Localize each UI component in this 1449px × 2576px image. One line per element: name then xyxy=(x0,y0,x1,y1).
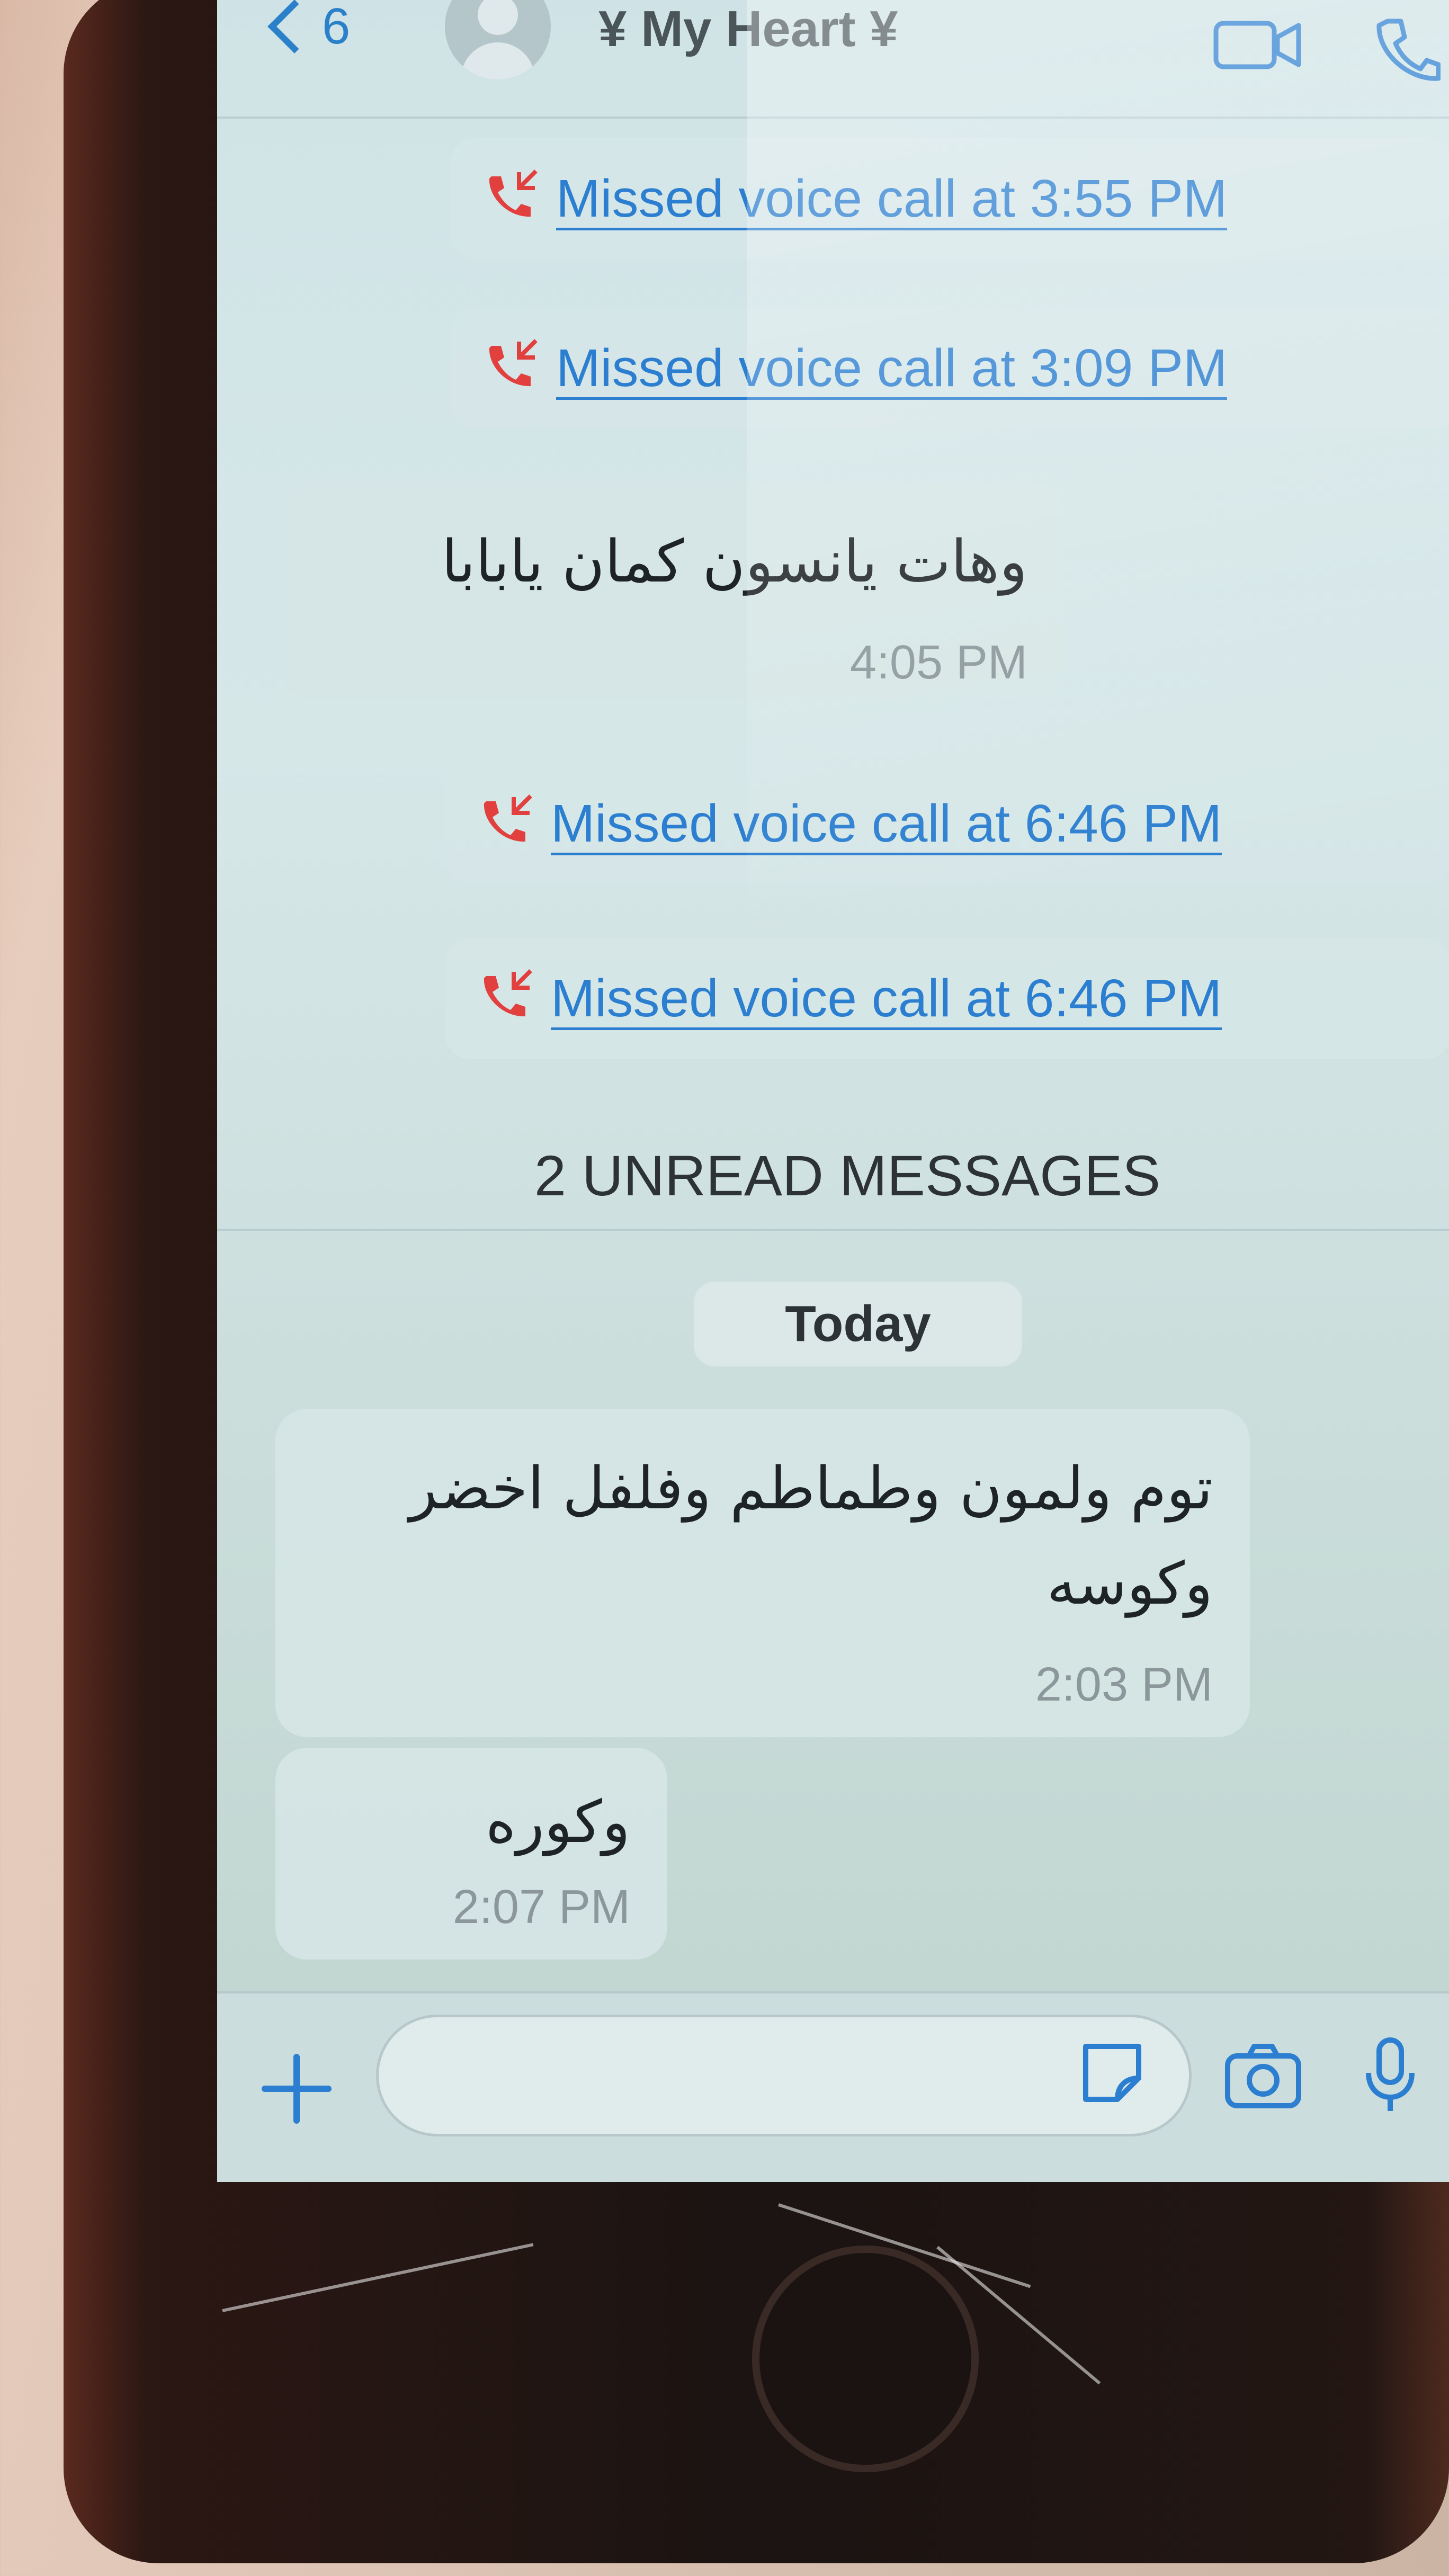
incoming-message[interactable]: توم ولمون وطماطم وفلفل اخضر وكوسه 2:03 P… xyxy=(275,1409,1250,1737)
back-unread-count: 6 xyxy=(322,0,351,55)
incoming-message[interactable]: وكوره 2:07 PM xyxy=(275,1748,667,1960)
message-input-bar xyxy=(217,1991,1449,2182)
message-text: وهات يانسون كمان يابابا xyxy=(441,527,1027,595)
missed-call-icon xyxy=(482,167,540,228)
chat-header: 6 ¥ My Heart ¥ xyxy=(217,0,1449,119)
phone-body: 6 ¥ My Heart ¥ Missed voice call at 3:55… xyxy=(64,0,1449,2563)
missed-call-label: Missed voice call at 3:55 PM xyxy=(556,169,1228,230)
video-call-icon[interactable] xyxy=(1213,16,1303,77)
voice-call-icon[interactable] xyxy=(1372,16,1441,87)
unread-messages-banner: 2 UNREAD MESSAGES xyxy=(217,1123,1449,1231)
missed-call-label: Missed voice call at 3:09 PM xyxy=(556,339,1228,400)
message-time: 4:05 PM xyxy=(849,636,1027,689)
message-text-line: وكوسه xyxy=(1046,1550,1213,1617)
message-input[interactable] xyxy=(376,2015,1192,2136)
chat-screen: 6 ¥ My Heart ¥ Missed voice call at 3:55… xyxy=(217,0,1449,2182)
home-button[interactable] xyxy=(752,2246,979,2472)
message-text-line: توم ولمون وطماطم وفلفل اخضر xyxy=(409,1454,1213,1522)
missed-call-bubble[interactable]: Missed voice call at 6:46 PM xyxy=(445,937,1449,1059)
missed-call-label: Missed voice call at 6:46 PM xyxy=(551,794,1222,855)
screen-crack xyxy=(222,2243,534,2312)
contact-name[interactable]: ¥ My Heart ¥ xyxy=(598,0,898,58)
incoming-message[interactable]: وهات يانسون كمان يابابا 4:05 PM xyxy=(281,482,1065,699)
plus-icon[interactable] xyxy=(260,2052,334,2128)
message-time: 2:03 PM xyxy=(1035,1658,1213,1711)
missed-call-bubble[interactable]: Missed voice call at 3:09 PM xyxy=(450,307,1449,429)
missed-call-bubble[interactable]: Missed voice call at 3:55 PM xyxy=(450,138,1449,260)
missed-call-label: Missed voice call at 6:46 PM xyxy=(551,969,1222,1030)
message-time: 2:07 PM xyxy=(452,1881,630,1934)
missed-call-icon xyxy=(482,336,540,397)
missed-call-icon xyxy=(477,967,535,1027)
avatar-head-shape xyxy=(478,0,518,35)
avatar-shoulders-shape xyxy=(461,42,535,79)
avatar[interactable] xyxy=(445,0,551,79)
microphone-icon[interactable] xyxy=(1361,2036,1419,2118)
missed-call-icon xyxy=(477,792,535,853)
missed-call-bubble[interactable]: Missed voice call at 6:46 PM xyxy=(445,763,1449,884)
back-button[interactable]: 6 xyxy=(267,0,351,64)
date-separator: Today xyxy=(694,1282,1022,1366)
sticker-icon[interactable] xyxy=(1075,2036,1149,2113)
message-text: وكوره xyxy=(485,1788,630,1856)
chevron-left-icon xyxy=(267,0,321,53)
camera-icon[interactable] xyxy=(1223,2041,1303,2113)
